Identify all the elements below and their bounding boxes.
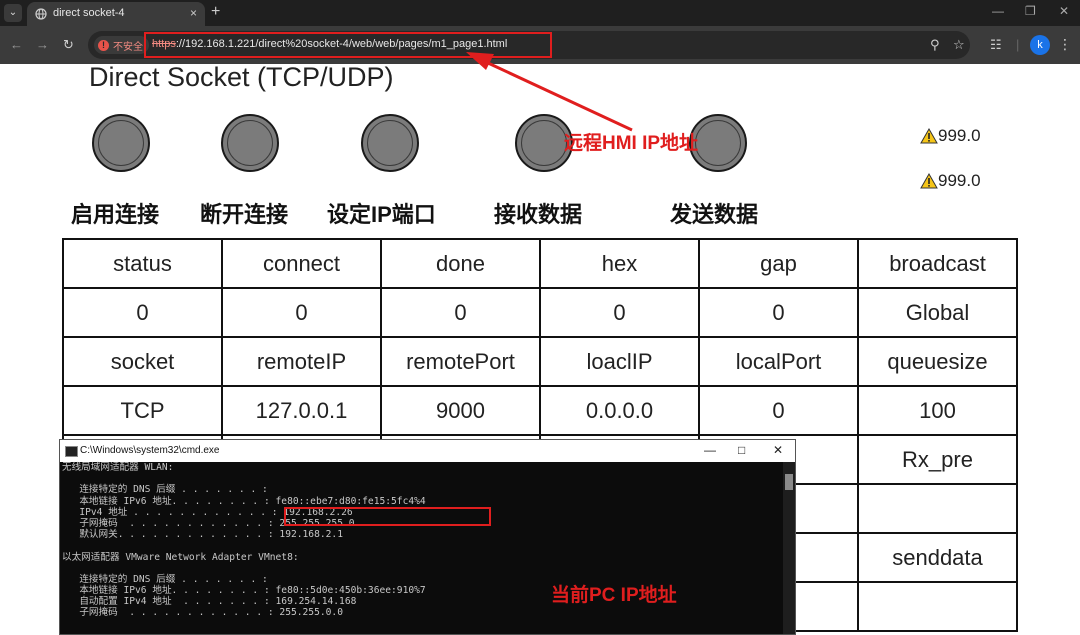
cmd-line: 自动配置 IPv4 地址 . . . . . . . : 169.254.14.… — [62, 596, 357, 608]
cmd-line: 无线局域网适配器 WLAN: — [62, 462, 174, 473]
cmd-close-icon[interactable]: ✕ — [773, 443, 783, 457]
cmd-line: 默认网关. . . . . . . . . . . . . : 192.168.… — [62, 529, 343, 541]
cmd-line — [62, 540, 795, 551]
cmd-line: 连接特定的 DNS 后缀 . . . . . . . : — [62, 484, 268, 496]
cmd-scrollbar-thumb[interactable] — [785, 474, 793, 490]
terminal-icon — [65, 446, 78, 457]
cmd-line: 连接特定的 DNS 后缀 . . . . . . . : — [62, 573, 268, 585]
remote-ip-arrow — [466, 52, 633, 132]
cmd-title: C:\Windows\system32\cmd.exe — [80, 445, 220, 456]
cmd-line: 以太网适配器 VMware Network Adapter VMnet8: — [62, 551, 299, 563]
current-pc-ip-annotation: 当前PC IP地址 — [551, 585, 677, 606]
remote-hmi-ip-annotation: 远程HMI IP地址 — [564, 133, 699, 154]
cmd-maximize-icon[interactable]: □ — [738, 443, 745, 457]
cmd-line — [62, 563, 795, 574]
cmd-line: 本地链接 IPv6 地址. . . . . . . . : fe80::5d0e… — [62, 585, 426, 597]
cmd-minimize-icon[interactable]: — — [704, 443, 716, 457]
cmd-window[interactable]: C:\Windows\system32\cmd.exe — □ ✕ 无线局域网适… — [59, 439, 796, 635]
cmd-titlebar[interactable]: C:\Windows\system32\cmd.exe — □ ✕ — [60, 440, 795, 462]
cmd-line: 子网掩码 . . . . . . . . . . . . : 255.255.0… — [62, 607, 343, 619]
cmd-line: 本地链接 IPv6 地址. . . . . . . . : fe80::ebe7… — [62, 495, 426, 507]
cmd-line — [62, 473, 795, 484]
ipv4-highlight-box — [284, 507, 491, 526]
cmd-output: 无线局域网适配器 WLAN: 连接特定的 DNS 后缀 . . . . . . … — [62, 462, 795, 619]
